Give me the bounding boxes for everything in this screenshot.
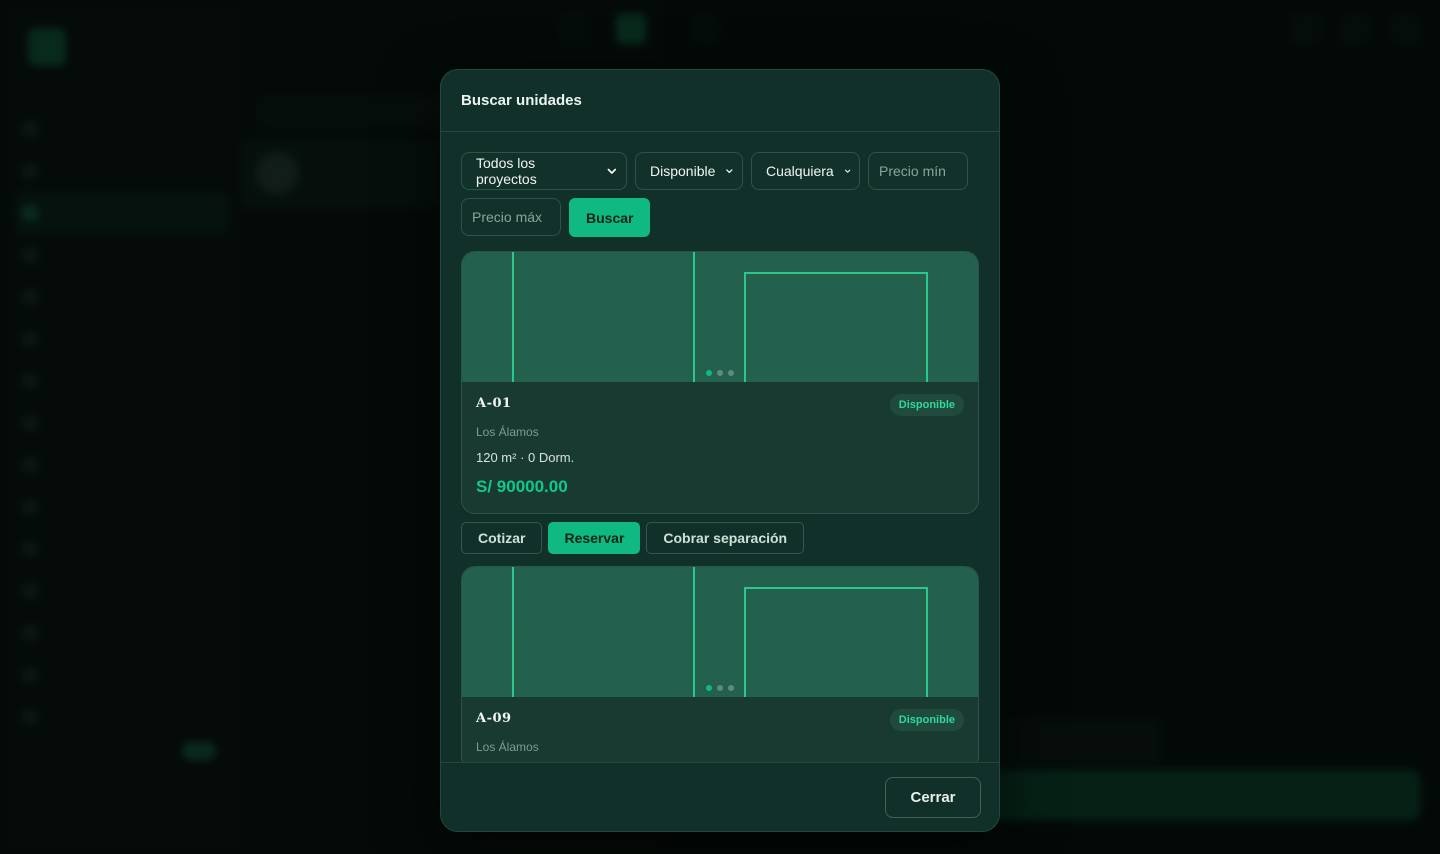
price-max-input[interactable] [461, 198, 561, 236]
unit-info: A-09 Disponible Los Álamos [462, 697, 978, 762]
carousel-dot[interactable] [706, 370, 712, 376]
unit-floorplan-image[interactable] [462, 567, 978, 697]
chevron-down-icon [607, 168, 617, 174]
filter-bar: Todos los proyectos Disponible Cualquier… [461, 152, 981, 237]
price-min-input[interactable] [868, 152, 968, 190]
search-units-modal: Buscar unidades Todos los proyectos Disp… [440, 69, 1000, 832]
status-select-value: Disponible [650, 163, 716, 179]
bedrooms-select-value: Cualquiera [766, 163, 834, 179]
status-badge: Disponible [889, 394, 964, 416]
carousel-dot[interactable] [728, 685, 734, 691]
chevron-down-icon [726, 169, 733, 174]
project-select[interactable]: Todos los proyectos [461, 152, 627, 190]
carousel-dots[interactable] [706, 685, 734, 691]
modal-body: Todos los proyectos Disponible Cualquier… [441, 132, 999, 762]
close-button[interactable]: Cerrar [885, 777, 981, 818]
project-select-value: Todos los proyectos [476, 155, 537, 187]
unit-info: A-01 Disponible Los Álamos 120 m² · 0 Do… [462, 382, 978, 513]
unit-project: Los Álamos [476, 740, 539, 754]
charge-separation-button[interactable]: Cobrar separación [646, 522, 805, 554]
reserve-button[interactable]: Reservar [548, 522, 641, 554]
chevron-down-icon [844, 169, 851, 173]
search-button[interactable]: Buscar [569, 198, 651, 237]
quote-button[interactable]: Cotizar [461, 522, 543, 554]
unit-project: Los Álamos [476, 425, 539, 439]
carousel-dots[interactable] [706, 370, 734, 376]
unit-price: S/ 90000.00 [476, 477, 568, 496]
unit-floorplan-image[interactable] [462, 252, 978, 382]
unit-card: A-09 Disponible Los Álamos [461, 566, 979, 762]
modal-header: Buscar unidades [441, 70, 999, 132]
unit-specs: 120 m² · 0 Dorm. [476, 450, 575, 465]
carousel-dot[interactable] [706, 685, 712, 691]
unit-actions: Cotizar Reservar Cobrar separación [461, 522, 981, 554]
floorplan-drawing [512, 252, 928, 382]
floorplan-drawing [512, 567, 928, 697]
status-badge: Disponible [889, 709, 964, 731]
modal-footer: Cerrar [441, 762, 999, 831]
carousel-dot[interactable] [717, 370, 723, 376]
unit-card: A-01 Disponible Los Álamos 120 m² · 0 Do… [461, 251, 979, 514]
bedrooms-select[interactable]: Cualquiera [751, 152, 860, 190]
status-select[interactable]: Disponible [635, 152, 743, 190]
carousel-dot[interactable] [728, 370, 734, 376]
modal-title: Buscar unidades [461, 92, 582, 109]
carousel-dot[interactable] [717, 685, 723, 691]
